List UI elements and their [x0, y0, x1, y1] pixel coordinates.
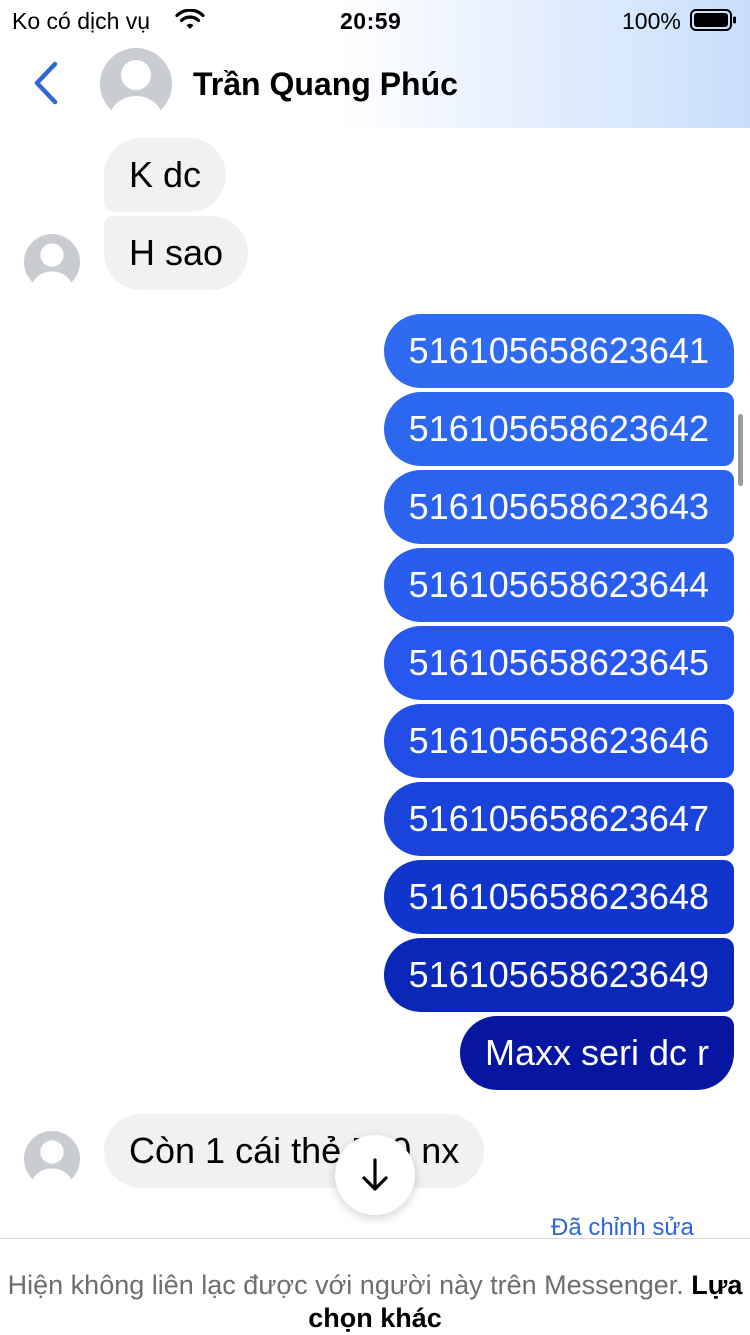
message-bubble-outgoing[interactable]: 516105658623647 [383, 782, 734, 856]
message-bubble-outgoing[interactable]: 516105658623645 [383, 626, 734, 700]
contact-name[interactable]: Trần Quang Phúc [193, 64, 458, 104]
sender-avatar[interactable] [24, 1131, 80, 1187]
wifi-icon [175, 9, 205, 29]
message-bubble-incoming[interactable]: Còn 1 cái thẻ 500 nx [104, 1114, 485, 1188]
message-bubble-outgoing[interactable]: 516105658623642 [383, 392, 734, 466]
message-bubble-incoming[interactable]: H sao [104, 216, 249, 290]
message-bubble-outgoing[interactable]: 516105658623649 [383, 938, 734, 1012]
arrow-down-icon [362, 1158, 388, 1191]
message-bubble-outgoing[interactable]: 516105658623648 [383, 860, 734, 934]
message-bubble-outgoing[interactable]: Maxx seri dc r [459, 1016, 734, 1090]
contact-avatar[interactable] [100, 48, 172, 120]
chevron-left-icon[interactable] [30, 60, 60, 106]
clock: 20:59 [340, 8, 402, 34]
battery-icon [690, 9, 736, 31]
battery-percentage: 100% [622, 8, 681, 34]
message-bubble-outgoing[interactable]: 516105658623644 [383, 548, 734, 622]
unreachable-notice: Hiện không liên lạc được với người này t… [0, 1238, 750, 1334]
carrier-label: Ko có dịch vụ [12, 8, 151, 34]
unreachable-notice-text: Hiện không liên lạc được với người này t… [7, 1270, 684, 1300]
message-bubble-outgoing[interactable]: 516105658623643 [383, 470, 734, 544]
message-bubble-outgoing[interactable]: 516105658623641 [383, 314, 734, 388]
message-bubble-incoming[interactable]: K dc [104, 138, 227, 212]
message-bubble-outgoing[interactable]: 516105658623646 [383, 704, 734, 778]
scroll-to-bottom-button[interactable] [335, 1135, 415, 1215]
sender-avatar[interactable] [24, 234, 80, 290]
scrollbar[interactable] [738, 414, 743, 486]
